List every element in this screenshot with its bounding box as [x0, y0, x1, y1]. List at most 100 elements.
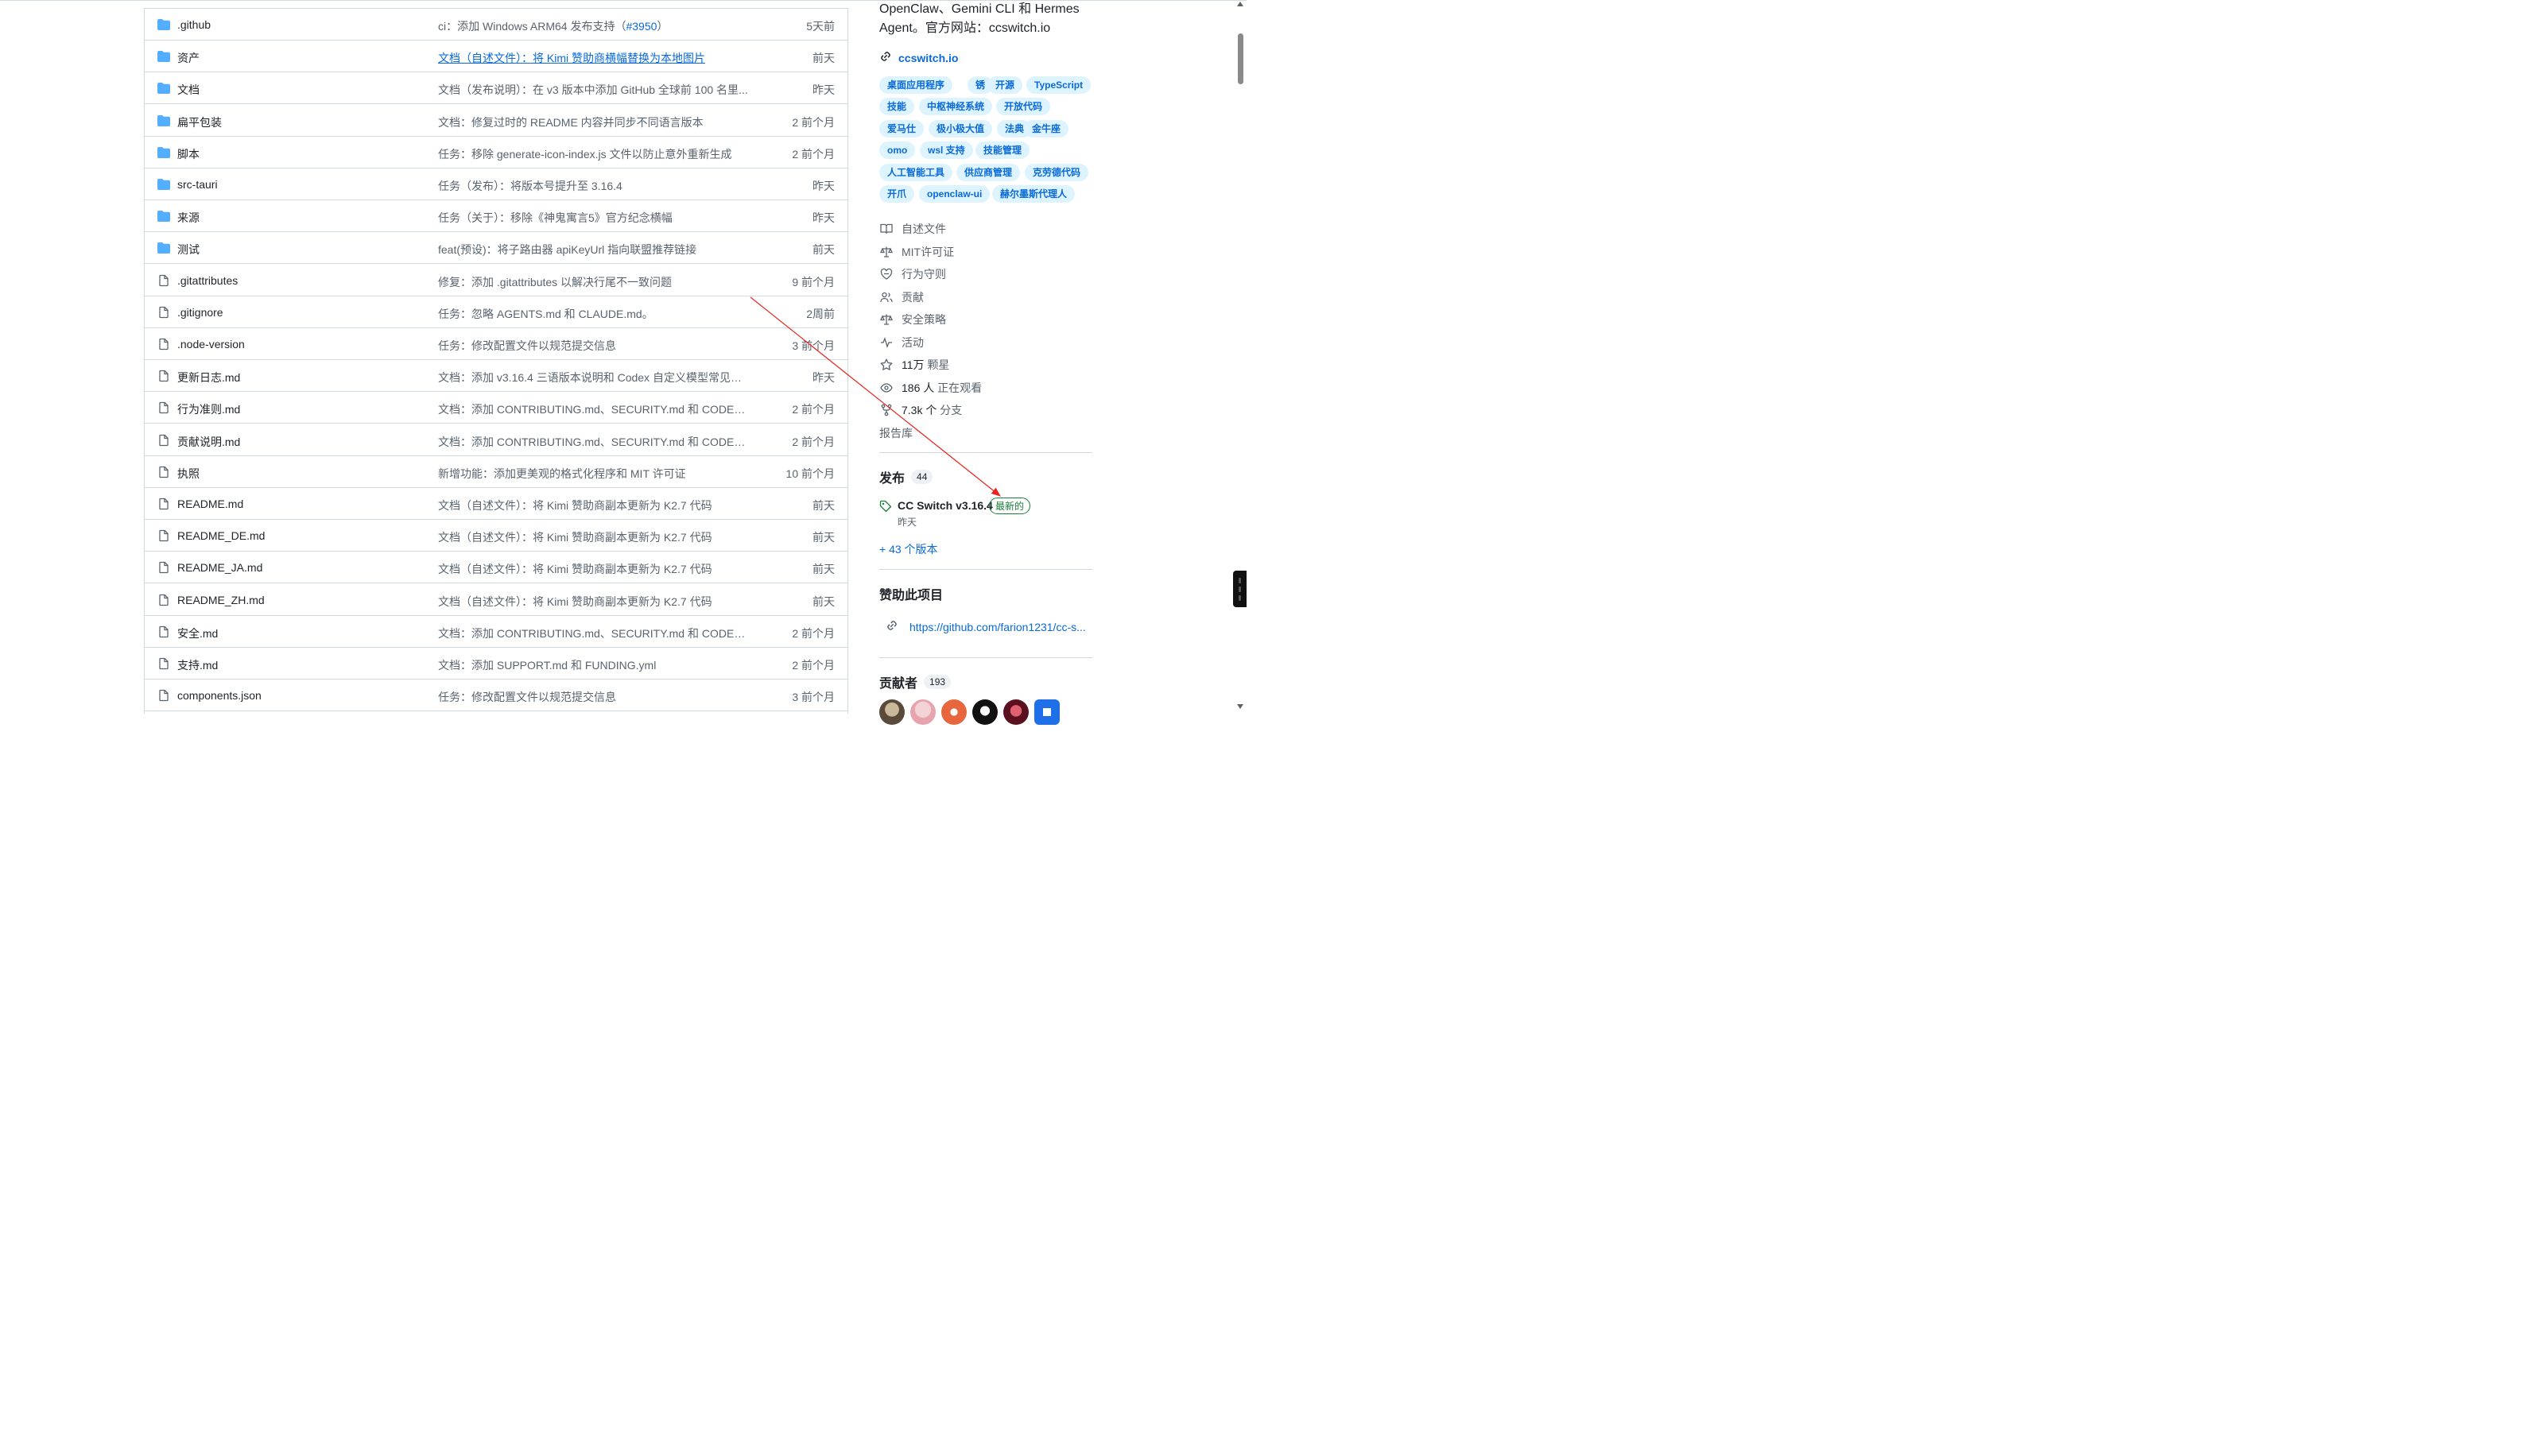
commit-message-link[interactable]: 文档（自述文件）：将 Kimi 赞助商副本更新为 K2.7 代码	[438, 594, 712, 610]
file-name-link[interactable]: README_ZH.md	[177, 594, 265, 606]
file-name-link[interactable]: src-tauri	[177, 178, 218, 191]
file-name-link[interactable]: 资产	[177, 50, 200, 66]
readme-link[interactable]: 自述文件	[879, 221, 946, 237]
file-row[interactable]: 测试 feat(预设)：将子路由器 apiKeyUrl 指向联盟推荐链接 前天	[145, 232, 847, 265]
topic-tag[interactable]: 开放代码	[996, 98, 1051, 115]
topic-tag[interactable]: wsl 支持	[920, 141, 973, 159]
file-name-link[interactable]: .node-version	[177, 338, 245, 350]
commit-message-link[interactable]: 文档：添加 SUPPORT.md 和 FUNDING.yml	[438, 657, 656, 673]
scroll-down-arrow-icon[interactable]	[1237, 704, 1243, 709]
commit-message-link[interactable]: 文档（自述文件）：将 Kimi 赞助商副本更新为 K2.7 代码	[438, 498, 712, 513]
sponsor-link[interactable]: https://github.com/farion1231/cc-s...	[886, 619, 1086, 634]
file-row[interactable]: .gitattributes 修复：添加 .gitattributes 以解决行尾…	[145, 265, 847, 296]
report-repository-link[interactable]: 报告库	[879, 425, 913, 441]
file-name-link[interactable]: 更新日志.md	[177, 370, 240, 385]
avatar[interactable]	[910, 699, 936, 725]
topic-tag[interactable]: openclaw-ui	[919, 185, 991, 203]
commit-message-link[interactable]: 任务（关于）：移除《神鬼寓言5》官方纪念横幅	[438, 210, 673, 226]
forks-link[interactable]: 7.3k 个 分支	[879, 402, 962, 418]
file-name-link[interactable]: README_DE.md	[177, 529, 265, 542]
file-row[interactable]: 执照 新增功能：添加更美观的格式化程序和 MIT 许可证 10 前个月	[145, 456, 847, 488]
commit-message-link[interactable]: 修复：添加 .gitattributes 以解决行尾不一致问题	[438, 274, 672, 290]
file-name-link[interactable]: 支持.md	[177, 657, 218, 673]
commit-message-link[interactable]: 文档（自述文件）：将 Kimi 赞助商副本更新为 K2.7 代码	[438, 529, 712, 545]
sponsor-url[interactable]: https://github.com/farion1231/cc-s...	[909, 621, 1086, 633]
side-floating-widget[interactable]	[1233, 571, 1247, 607]
commit-message-link[interactable]: 任务：忽略 AGENTS.md 和 CLAUDE.md。	[438, 306, 653, 322]
file-row[interactable]: 文档 文档（发布说明）：在 v3 版本中添加 GitHub 全球前 100 名里.…	[145, 72, 847, 105]
file-name-link[interactable]: .gitattributes	[177, 274, 238, 287]
license-link[interactable]: MIT许可证	[879, 244, 954, 260]
security-policy-link[interactable]: 安全策略	[879, 312, 946, 327]
file-name-link[interactable]: 测试	[177, 242, 200, 258]
file-name-link[interactable]: 文档	[177, 82, 200, 98]
commit-message-link[interactable]: 任务：移除 generate-icon-index.js 文件以防止意外重新生成	[438, 146, 732, 162]
file-name-link[interactable]: 脚本	[177, 146, 200, 162]
file-row[interactable]: 资产 文档（自述文件）：将 Kimi 赞助商横幅替换为本地图片 前天	[145, 41, 847, 73]
file-name-link[interactable]: README.md	[177, 498, 243, 510]
avatar[interactable]	[879, 699, 905, 725]
homepage-link[interactable]: ccswitch.io	[879, 50, 958, 65]
file-row[interactable]: README_DE.md 文档（自述文件）：将 Kimi 赞助商副本更新为 K2.…	[145, 520, 847, 552]
pull-request-link[interactable]: #3950	[626, 20, 657, 33]
file-row[interactable]: 行为准则.md 文档：添加 CONTRIBUTING.md、SECURITY.md…	[145, 392, 847, 424]
file-row[interactable]: README.md 文档（自述文件）：将 Kimi 赞助商副本更新为 K2.7 代…	[145, 488, 847, 520]
commit-message-link[interactable]: 任务：修改配置文件以规范提交信息	[438, 689, 616, 705]
file-row[interactable]: README_ZH.md 文档（自述文件）：将 Kimi 赞助商副本更新为 K2.…	[145, 584, 847, 616]
topic-tag[interactable]: 技能	[879, 98, 915, 115]
topic-tag[interactable]: 中枢神经系统	[919, 98, 993, 115]
commit-message-link[interactable]: 文档：添加 CONTRIBUTING.md、SECURITY.md 和 CODE…	[438, 434, 748, 450]
topic-tag[interactable]: 赫尔墨斯代理人	[992, 185, 1076, 203]
release-name[interactable]: CC Switch v3.16.4	[898, 499, 993, 512]
scroll-up-arrow-icon[interactable]	[1237, 2, 1243, 6]
commit-message-link[interactable]: feat(预设)：将子路由器 apiKeyUrl 指向联盟推荐链接	[438, 242, 696, 258]
topic-tag[interactable]: omo	[879, 141, 916, 159]
file-row[interactable]: 支持.md 文档：添加 SUPPORT.md 和 FUNDING.yml 2 前个月	[145, 648, 847, 680]
watchers-link[interactable]: 186 人 正在观看	[879, 380, 982, 396]
topic-tag[interactable]: 供应商管理	[956, 164, 1021, 181]
file-row[interactable]: components.json 任务：修改配置文件以规范提交信息 3 前个月	[145, 680, 847, 712]
stars-link[interactable]: 11万 颗星	[879, 357, 949, 373]
file-name-link[interactable]: .gitignore	[177, 306, 223, 319]
file-row[interactable]: src-tauri 任务（发布）：将版本号提升至 3.16.4 昨天	[145, 168, 847, 200]
file-name-link[interactable]: 执照	[177, 466, 200, 482]
commit-message-link[interactable]: 文档：添加 v3.16.4 三语版本说明和 Codex 自定义模型常见问...	[438, 370, 748, 385]
conduct-link[interactable]: 行为守则	[879, 266, 946, 282]
file-row[interactable]: .node-version 任务：修改配置文件以规范提交信息 3 前个月	[145, 328, 847, 360]
avatar[interactable]	[941, 699, 967, 725]
topic-tag[interactable]: 爱马仕	[879, 120, 925, 137]
file-name-link[interactable]: 安全.md	[177, 625, 218, 641]
topic-tag[interactable]: 克劳德代码	[1025, 164, 1089, 181]
more-releases-link[interactable]: + 43 个版本	[879, 541, 938, 557]
topic-tag[interactable]: 桌面应用程序	[879, 76, 953, 94]
commit-message-link[interactable]: 文档：修复过时的 README 内容并同步不同语言版本	[438, 114, 704, 130]
commit-message-link[interactable]: 任务（发布）：将版本号提升至 3.16.4	[438, 178, 622, 194]
file-row[interactable]: .gitignore 任务：忽略 AGENTS.md 和 CLAUDE.md。 2周…	[145, 296, 847, 328]
file-name-link[interactable]: components.json	[177, 689, 262, 702]
file-name-link[interactable]: 贡献说明.md	[177, 434, 240, 450]
releases-heading[interactable]: 发布 44	[879, 467, 933, 486]
avatar[interactable]	[1034, 699, 1060, 725]
topic-tag[interactable]: 开源	[987, 76, 1023, 94]
contributors-heading[interactable]: 贡献者 193	[879, 672, 952, 691]
file-row[interactable]: README_JA.md 文档（自述文件）：将 Kimi 赞助商副本更新为 K2.…	[145, 552, 847, 584]
file-row[interactable]: 来源 任务（关于）：移除《神鬼寓言5》官方纪念横幅 昨天	[145, 200, 847, 233]
contributing-link[interactable]: 贡献	[879, 289, 924, 305]
file-name-link[interactable]: README_JA.md	[177, 561, 262, 574]
activity-link[interactable]: 活动	[879, 335, 924, 350]
topic-tag[interactable]: TypeScript	[1026, 76, 1092, 94]
topic-tag[interactable]: 极小极大值	[929, 120, 993, 137]
topic-tag[interactable]: 开爪	[879, 185, 915, 203]
topic-tag[interactable]: 金牛座	[1024, 120, 1069, 137]
file-name-link[interactable]: 扁平包装	[177, 114, 222, 130]
commit-message-link[interactable]: 任务：修改配置文件以规范提交信息	[438, 338, 616, 354]
file-row[interactable]: 安全.md 文档：添加 CONTRIBUTING.md、SECURITY.md 和…	[145, 616, 847, 648]
file-name-link[interactable]: .github	[177, 18, 211, 31]
homepage-url[interactable]: ccswitch.io	[898, 52, 958, 64]
commit-message-link[interactable]: ci：添加 Windows ARM64 发布支持（#3950）	[438, 18, 668, 34]
avatar[interactable]	[972, 699, 998, 725]
file-name-link[interactable]: 来源	[177, 210, 200, 226]
commit-message-link[interactable]: 文档（发布说明）：在 v3 版本中添加 GitHub 全球前 100 名里...	[438, 82, 748, 98]
avatar[interactable]	[1003, 699, 1029, 725]
commit-message-link[interactable]: 文档：添加 CONTRIBUTING.md、SECURITY.md 和 CODE…	[438, 401, 748, 417]
